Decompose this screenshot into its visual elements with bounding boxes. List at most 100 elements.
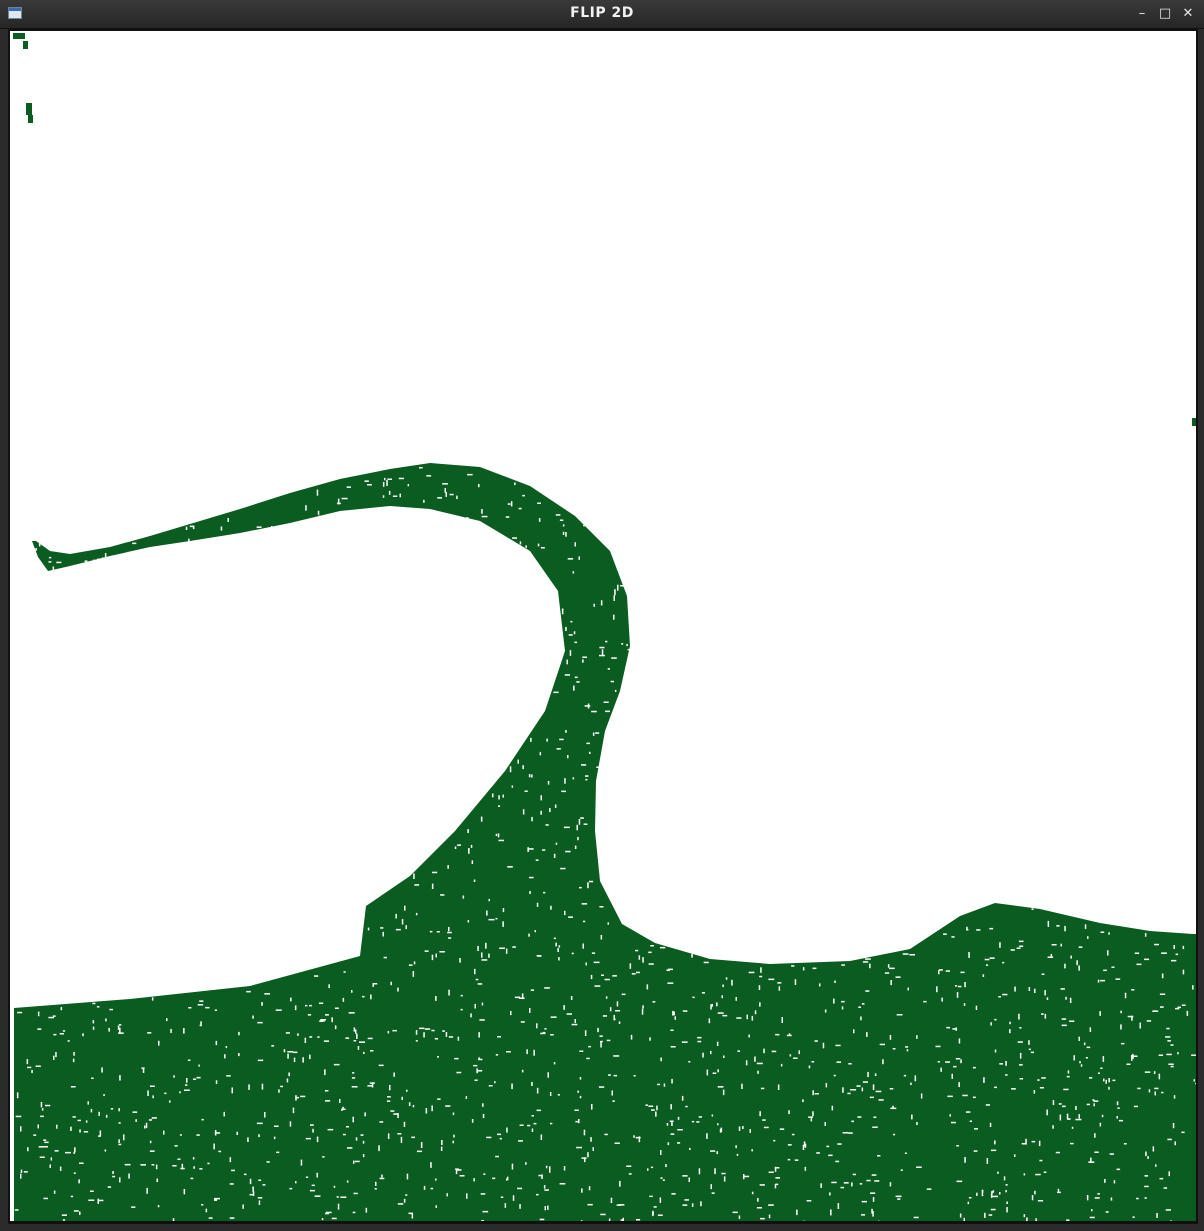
particle-gap (721, 1172, 726, 1175)
particle-gap (1166, 1053, 1172, 1056)
maximize-icon[interactable]: □ (1155, 4, 1175, 24)
particle-gap (474, 1003, 476, 1009)
particle-gap (583, 823, 588, 825)
particle-gap (471, 860, 474, 864)
particle-gap (1102, 1056, 1105, 1062)
particle-gap (550, 1016, 557, 1018)
particle-gap (561, 790, 566, 793)
particle-gap (611, 1090, 613, 1096)
particle-gap (201, 1204, 204, 1206)
particle-gap (158, 1040, 160, 1046)
particle-gap (866, 1179, 871, 1182)
particle-gap (1154, 1091, 1156, 1096)
particle-gap (768, 1171, 774, 1173)
particle-gap (1146, 1020, 1152, 1022)
particle-gap (605, 710, 610, 713)
particle-gap (1108, 1078, 1110, 1083)
particle-gap (738, 1215, 741, 1219)
particle-gap (364, 480, 369, 482)
particle-gap (179, 1091, 181, 1094)
close-icon[interactable]: ✕ (1178, 4, 1198, 24)
particle-gap (600, 600, 603, 606)
particle-gap (505, 948, 508, 954)
particle-gap (867, 1071, 869, 1078)
particle-gap (1131, 989, 1135, 991)
particle-gap (553, 853, 556, 858)
minimize-icon[interactable]: – (1132, 4, 1152, 24)
particle-gap (794, 1159, 799, 1161)
particle-gap (518, 1140, 523, 1142)
particle-gap (861, 1003, 865, 1005)
particle-gap (387, 1096, 391, 1098)
particle-gap (460, 994, 463, 997)
particle-gap (562, 531, 565, 535)
particle-gap (181, 1163, 184, 1170)
particle-gap (79, 1211, 81, 1215)
particle-gap (444, 488, 446, 493)
particle-gap (731, 979, 733, 986)
particle-gap (573, 685, 575, 691)
particle-gap (706, 1133, 708, 1139)
particle-gap (670, 1029, 674, 1031)
particle-gap (440, 894, 445, 896)
particle-gap (367, 1085, 373, 1087)
particle-gap (1161, 973, 1164, 979)
particle-gap (1061, 1018, 1067, 1020)
particle-gap (520, 1021, 525, 1023)
particle-gap (1041, 1013, 1044, 1015)
particle-gap (441, 1140, 443, 1145)
particle-gap (859, 1183, 863, 1185)
particle-gap (1037, 1200, 1044, 1202)
title-bar[interactable]: FLIP 2D – □ ✕ (0, 0, 1204, 29)
particle-gap (1136, 963, 1142, 966)
particle-gap (889, 1088, 894, 1090)
particle-gap (201, 1118, 204, 1121)
particle-gap (334, 1025, 337, 1030)
particle-gap (83, 1131, 89, 1133)
particle-gap (565, 532, 567, 537)
particle-gap (478, 1032, 480, 1038)
particle-gap (684, 1199, 689, 1201)
particle-gap (1144, 933, 1147, 937)
particle-gap (317, 510, 320, 515)
particle-gap (972, 1096, 976, 1099)
simulation-canvas[interactable] (10, 31, 1196, 1221)
particle-gap (812, 1090, 814, 1096)
particle-gap (576, 1146, 582, 1149)
particle-gap (55, 1052, 57, 1058)
particle-gap (479, 1019, 485, 1021)
particle-gap (351, 990, 353, 993)
particle-gap (53, 1055, 55, 1060)
particle-gap (649, 1037, 651, 1041)
particle-gap (553, 1062, 556, 1065)
particle-gap (77, 1119, 81, 1122)
particle-gap (1154, 943, 1159, 946)
particle-gap (183, 1028, 185, 1034)
particle-gap (529, 1008, 531, 1013)
particle-gap (558, 957, 560, 961)
particle-gap (525, 1162, 527, 1165)
particle-gap (173, 1075, 175, 1078)
particle-gap (244, 1173, 247, 1176)
particle-gap (674, 1016, 676, 1020)
particle-gap (985, 1104, 990, 1106)
particle-gap (524, 790, 528, 792)
particle-gap (874, 1180, 880, 1182)
particle-gap (322, 1156, 325, 1158)
particle-gap (352, 1012, 355, 1014)
particle-gap (831, 1105, 834, 1111)
particle-gap (703, 961, 709, 964)
particle-gap (545, 824, 549, 826)
particle-gap (1030, 1051, 1034, 1054)
particle-gap (1033, 1090, 1036, 1094)
particle-gap (904, 1152, 907, 1154)
particle-gap (1067, 1118, 1071, 1120)
particle-gap (187, 1059, 191, 1061)
particle-gap (840, 1186, 845, 1189)
particle-gap (723, 1055, 725, 1058)
particle-gap (536, 1109, 541, 1112)
particle-gap (578, 819, 581, 825)
particle-gap (544, 1028, 547, 1030)
particle-gap (172, 1218, 175, 1221)
particle-gap (1171, 959, 1177, 962)
